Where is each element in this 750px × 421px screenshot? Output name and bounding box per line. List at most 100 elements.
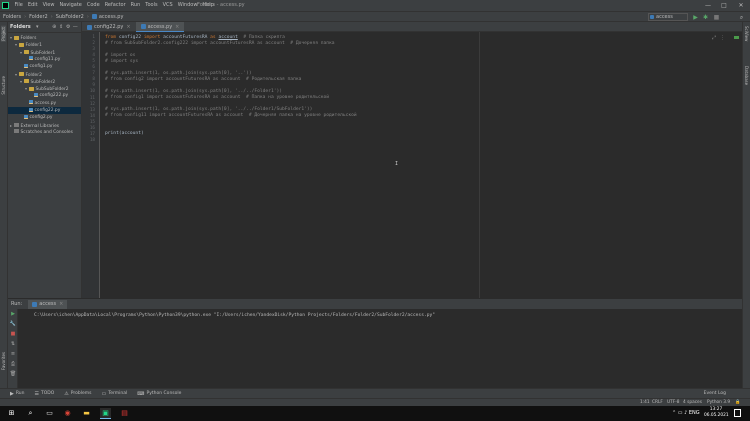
tree-item[interactable]: ▾ Folders (8, 34, 81, 41)
maximize-button[interactable]: □ (716, 0, 732, 11)
taskbar-clock[interactable]: 13:27 06.05.2021 (704, 407, 729, 419)
stop-icon[interactable]: ■ (712, 13, 721, 22)
print-icon[interactable]: ⎙ (9, 361, 17, 368)
tree-item[interactable]: config222.py (8, 92, 81, 99)
stop-icon[interactable]: ■ (9, 331, 17, 338)
code-token: # from config2 import accountFuturesRA a… (105, 76, 302, 82)
tool-tab-terminal[interactable]: ▭ Terminal (102, 391, 128, 397)
tool-tab-todo[interactable]: ☰ TODO (35, 391, 55, 397)
wrench-icon[interactable]: 🔧 (9, 321, 17, 328)
tab-access-py[interactable]: access.py × (135, 22, 185, 32)
soft-wrap-icon[interactable]: ≡ (9, 351, 17, 358)
menu-item-file[interactable]: File (12, 0, 25, 11)
breadcrumb-folder2[interactable]: Folder2 (29, 12, 48, 22)
project-panel: Folders ▾ ⊕ ⇕ ⚙ — ▾ Folders ▾ Folder1 ▾ SubFo… (8, 22, 82, 298)
search-icon[interactable]: ⌕ (25, 408, 36, 419)
breadcrumb-access-py[interactable]: access.py (99, 12, 124, 22)
tool-tab-problems[interactable]: ⚠ Problems (64, 391, 91, 397)
menu-item-navigate[interactable]: Navigate (57, 0, 84, 11)
tree-item-label: config1.py (29, 64, 53, 70)
run-tab-access[interactable]: access × (28, 299, 68, 309)
expand-icon[interactable]: ⤢ (712, 35, 716, 41)
tree-item[interactable]: config11.py (8, 56, 81, 63)
debug-icon[interactable]: ✱ (701, 13, 710, 22)
windows-start-icon[interactable]: ⊞ (6, 408, 17, 419)
tree-item[interactable]: ▾ Folder2 (8, 71, 81, 78)
code-editor[interactable]: 1 2 3 4 5 6 7 8 9 10 11 12 13 14 15 16 17 18 from config2… (82, 32, 742, 298)
collapse-all-icon[interactable]: ⇕ (58, 24, 65, 31)
title-menu-bar: File Edit View Navigate Code Refactor Run Tools… (0, 0, 750, 11)
project-tool-tab[interactable]: Project (1, 26, 6, 42)
run-configuration-select[interactable]: access (648, 13, 688, 21)
run-icon[interactable]: ▶ (691, 13, 700, 22)
menu-item-view[interactable]: View (40, 0, 57, 11)
tree-item[interactable]: config2.py (8, 114, 81, 121)
pycharm-taskbar-icon[interactable]: ▣ (100, 408, 111, 419)
app-taskbar-icon[interactable]: ▤ (119, 408, 130, 419)
menu-item-code[interactable]: Code (84, 0, 102, 11)
more-icon[interactable]: ⋮ (720, 35, 725, 41)
tree-item[interactable]: ▾ SubSubFolder2 (8, 85, 81, 92)
chrome-icon[interactable]: ◉ (62, 408, 73, 419)
tree-item[interactable]: config1.py (8, 63, 81, 70)
tree-item[interactable]: ▾ SubFolder1 (8, 49, 81, 56)
tree-item[interactable]: ▸ External Libraries (8, 122, 81, 129)
close-button[interactable]: ✕ (733, 0, 749, 11)
menu-item-refactor[interactable]: Refactor (102, 0, 128, 11)
tool-tab-python-console[interactable]: ⌨ Python Console (137, 391, 181, 397)
sort-icon[interactable]: ⇅ (9, 341, 17, 348)
code-line[interactable]: # from config2 import accountFuturesRA a… (105, 77, 301, 83)
code-line[interactable]: # from config11 import accountFuturesRA … (105, 113, 357, 119)
code-line[interactable]: # from config1 import accountFuturesRA a… (105, 95, 329, 101)
rerun-icon[interactable]: ▶ (9, 311, 17, 318)
menu-item-run[interactable]: Run (128, 0, 143, 11)
database-tool-tab[interactable]: Database (744, 66, 749, 85)
event-log-button[interactable]: Event Log (704, 391, 726, 396)
breadcrumb-folders[interactable]: Folders (3, 12, 21, 22)
tree-item[interactable]: Scratches and Consoles (8, 129, 81, 136)
line-number: 3 (92, 47, 95, 53)
menu-item-vcs[interactable]: VCS (160, 0, 175, 11)
file-explorer-icon[interactable]: ▬ (81, 408, 92, 419)
right-tool-strip: SciView Database (742, 22, 750, 388)
code-token: print(account) (105, 131, 144, 137)
locate-icon[interactable]: ⊕ (51, 24, 58, 31)
minimize-button[interactable]: — (700, 0, 716, 11)
run-console[interactable]: C:\Users\ichen\AppData\Local\Programs\Py… (18, 309, 742, 388)
code-line[interactable]: # import sys (105, 59, 138, 65)
code-line[interactable]: # from SubSubFolder2.config222 import ac… (105, 41, 335, 47)
line-number: 5 (92, 59, 95, 65)
favorites-tool-tab[interactable]: Favorites (1, 352, 6, 370)
tree-item[interactable]: access.py (8, 100, 81, 107)
tree-item[interactable]: ▾ SubFolder2 (8, 78, 81, 85)
search-icon[interactable]: ⌕ (737, 13, 746, 22)
close-tab-icon[interactable]: × (59, 300, 63, 309)
tab-config22-py[interactable]: config22.py × (82, 22, 136, 32)
menu-item-edit[interactable]: Edit (25, 0, 40, 11)
chevron-down-icon[interactable]: ▾ (34, 24, 41, 31)
tree-item-label: External Libraries (20, 123, 60, 129)
structure-tool-tab[interactable]: Structure (1, 76, 6, 95)
tree-item[interactable]: ▾ Folder1 (8, 41, 81, 48)
line-number: 9 (92, 83, 95, 89)
menu-item-tools[interactable]: Tools (143, 0, 160, 11)
folder-icon (19, 72, 24, 76)
system-tray-icons[interactable]: ⌃ ▭ ♪ ENG (672, 410, 700, 416)
breadcrumb-subfolder2[interactable]: SubFolder2 (56, 12, 84, 22)
code-token: config22 (118, 34, 144, 40)
tree-item-label: config2.py (29, 115, 53, 121)
tree-item[interactable]: config22.py (8, 107, 81, 114)
tree-item-label: SubFolder1 (30, 50, 56, 56)
tree-item-label: config222.py (39, 93, 69, 99)
tool-tab-run[interactable]: ▶ Run (10, 391, 25, 397)
close-tab-icon[interactable]: × (126, 22, 130, 32)
trash-icon[interactable]: 🗑 (9, 371, 17, 378)
code-line[interactable]: print(account) (105, 131, 144, 137)
sciview-tool-tab[interactable]: SciView (744, 26, 749, 41)
task-view-icon[interactable]: ▭ (44, 408, 55, 419)
close-tab-icon[interactable]: × (175, 22, 179, 32)
notifications-icon[interactable] (734, 409, 741, 417)
gear-icon[interactable]: ⚙ (65, 24, 72, 31)
hide-panel-icon[interactable]: — (72, 24, 79, 31)
folder-icon (24, 79, 29, 84)
